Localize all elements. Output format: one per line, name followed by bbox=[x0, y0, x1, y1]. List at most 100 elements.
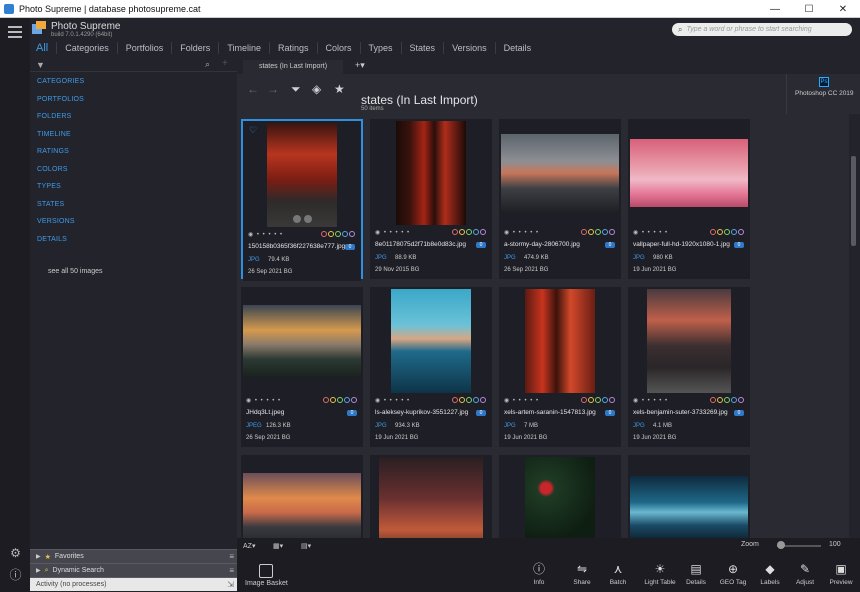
activity-panel[interactable]: Activity (no processes) ⇲ bbox=[30, 577, 237, 591]
expand-icon: ▶ bbox=[36, 554, 41, 560]
nav-tab-states[interactable]: States bbox=[400, 42, 444, 54]
image-thumbnail bbox=[243, 304, 361, 377]
nav-tab-all[interactable]: All bbox=[36, 42, 56, 54]
sidebar-item-types[interactable]: TYPES bbox=[37, 183, 84, 201]
file-name: 8e01178075d2f71b8e0d83c.jpg bbox=[375, 241, 466, 248]
nav-tab-versions[interactable]: Versions bbox=[443, 42, 495, 54]
info-icon[interactable] bbox=[304, 215, 312, 223]
stack-layers-icon[interactable]: ◈ bbox=[312, 82, 321, 96]
rating-stars[interactable]: ◉ • • • • • bbox=[246, 397, 281, 404]
color-labels[interactable] bbox=[452, 397, 486, 403]
thumbnail-card[interactable]: ♡ ◉ • • • • • 150158b0365f36f227638e777.… bbox=[241, 119, 363, 281]
filter-icon[interactable]: ▼ bbox=[36, 60, 45, 70]
color-labels[interactable] bbox=[581, 229, 615, 235]
rating-stars[interactable]: ◉ • • • • • bbox=[504, 229, 539, 236]
activity-export-icon[interactable]: ⇲ bbox=[227, 580, 234, 589]
panel-menu-icon[interactable]: ≡ bbox=[229, 552, 234, 561]
zoom-slider-handle[interactable] bbox=[777, 541, 786, 549]
see-all-link[interactable]: see all 50 images bbox=[48, 268, 102, 275]
thumbnail-card[interactable]: ◉ • • • • • 8e01178075d2f71b8e0d83c.jpg … bbox=[370, 119, 492, 279]
panel-menu-icon[interactable]: ≡ bbox=[229, 566, 234, 575]
color-labels[interactable] bbox=[452, 229, 486, 235]
rating-stars[interactable]: ◉ • • • • • bbox=[633, 397, 668, 404]
share-button[interactable]: ⇋ Share bbox=[564, 562, 600, 586]
image-basket[interactable]: Image Basket bbox=[245, 564, 288, 587]
rating-stars[interactable]: ◉ • • • • • bbox=[248, 231, 283, 238]
sidebar-item-states[interactable]: STATES bbox=[37, 201, 84, 219]
batch-button[interactable]: ⋏ Batch bbox=[600, 562, 636, 586]
nav-tab-types[interactable]: Types bbox=[359, 42, 401, 54]
thumbnail-card[interactable]: ◉ • • • • • xels-benjamin-suter-3733269.… bbox=[628, 287, 750, 447]
rating-stars[interactable]: ◉ • • • • • bbox=[375, 229, 410, 236]
file-type: JPG bbox=[375, 423, 387, 429]
magic-wand-icon: ✎ bbox=[799, 562, 811, 576]
edit-icon[interactable] bbox=[293, 215, 301, 223]
thumbnail-card[interactable]: ◉ • • • • • vallpaper-full-hd-1920x1080-… bbox=[628, 119, 750, 279]
light-table-button[interactable]: ☀ Light Table bbox=[642, 562, 678, 586]
view-tab-states[interactable]: states (In Last Import) bbox=[243, 60, 343, 74]
view-title: states (In Last Import) bbox=[361, 93, 478, 107]
info-button[interactable]: ⓘ Info bbox=[521, 562, 557, 586]
thumbnail-card[interactable]: ◉ • • • • • ls-aleksey-kuprikov-3551227.… bbox=[370, 287, 492, 447]
sidebar-item-timeline[interactable]: TIMELINE bbox=[37, 131, 84, 149]
rating-stars[interactable]: ◉ • • • • • bbox=[633, 229, 668, 236]
favorite-star-icon[interactable]: ★ bbox=[334, 82, 345, 96]
nav-tab-timeline[interactable]: Timeline bbox=[218, 42, 269, 54]
photoshop-launcher[interactable]: Ps Photoshop CC 2019 bbox=[786, 74, 860, 114]
filter-funnel-icon[interactable]: ⏷ bbox=[291, 82, 301, 97]
details-button[interactable]: ▤ Details bbox=[678, 562, 714, 586]
add-tab-button[interactable]: +▾ bbox=[355, 60, 365, 71]
geo-tag-button[interactable]: ⊕ GEO Tag bbox=[715, 562, 751, 586]
settings-gear-icon[interactable]: ⚙ bbox=[9, 547, 22, 560]
favorites-panel[interactable]: ▶ ★ Favorites ≡ bbox=[30, 549, 237, 563]
rating-stars[interactable]: ◉ • • • • • bbox=[504, 397, 539, 404]
nav-tab-folders[interactable]: Folders bbox=[171, 42, 218, 54]
sidebar-item-versions[interactable]: VERSIONS bbox=[37, 218, 84, 236]
sidebar-add-icon[interactable]: + bbox=[222, 58, 228, 69]
preview-button[interactable]: ▣ Preview bbox=[823, 562, 859, 586]
nav-tab-details[interactable]: Details bbox=[494, 42, 540, 54]
adjust-button[interactable]: ✎ Adjust bbox=[787, 562, 823, 586]
sidebar-item-folders[interactable]: FOLDERS bbox=[37, 113, 84, 131]
sidebar-search-icon[interactable]: ⌕ bbox=[205, 59, 210, 70]
sort-button[interactable]: AZ▾ bbox=[243, 542, 255, 550]
vertical-scrollbar[interactable] bbox=[849, 114, 860, 567]
sidebar-item-portfolios[interactable]: PORTFOLIOS bbox=[37, 96, 84, 114]
minimize-button[interactable]: — bbox=[758, 0, 792, 18]
image-thumbnail bbox=[525, 288, 595, 393]
sidebar-item-details[interactable]: DETAILS bbox=[37, 236, 84, 254]
favorite-heart-icon[interactable]: ♡ bbox=[249, 125, 257, 136]
forward-arrow-icon[interactable]: → bbox=[267, 82, 279, 96]
thumbnail-card[interactable]: ◉ • • • • • xels-artem-saranin-1547813.j… bbox=[499, 287, 621, 447]
dynamic-search-panel[interactable]: ▶ ⌕ Dynamic Search ≡ bbox=[30, 563, 237, 577]
sidebar-item-ratings[interactable]: RATINGS bbox=[37, 148, 84, 166]
help-icon[interactable]: ⓘ bbox=[9, 569, 22, 582]
nav-tab-categories[interactable]: Categories bbox=[56, 42, 117, 54]
list-view-button[interactable]: ▤▾ bbox=[301, 542, 311, 550]
sidebar-item-categories[interactable]: CATEGORIES bbox=[37, 78, 84, 96]
back-arrow-icon[interactable]: ← bbox=[247, 82, 259, 96]
file-date: 26 Sep 2021 BG bbox=[246, 435, 291, 441]
nav-tab-colors[interactable]: Colors bbox=[316, 42, 360, 54]
thumbnail-card[interactable]: ◉ • • • • • JHdq3Lt.jpeg 0 JPEG 126.3 KB… bbox=[241, 287, 363, 447]
nav-tab-portfolios[interactable]: Portfolios bbox=[116, 42, 172, 54]
search-input[interactable]: ⌕ Type a word or phrase to start searchi… bbox=[672, 23, 852, 36]
left-rail: ⚙ ⓘ bbox=[0, 18, 30, 592]
grid-view-button[interactable]: ▦▾ bbox=[273, 542, 283, 550]
labels-button[interactable]: ◆ Labels bbox=[752, 562, 788, 586]
file-name: vallpaper-full-hd-1920x1080-1.jpg bbox=[633, 241, 730, 248]
sidebar-item-colors[interactable]: COLORS bbox=[37, 166, 84, 184]
color-labels[interactable] bbox=[321, 231, 355, 237]
version-badge: 0 bbox=[347, 410, 357, 416]
thumbnail-card[interactable]: ◉ • • • • • a-stormy-day-2806700.jpg 0 J… bbox=[499, 119, 621, 279]
color-labels[interactable] bbox=[581, 397, 615, 403]
close-button[interactable]: ✕ bbox=[826, 0, 860, 18]
nav-tab-ratings[interactable]: Ratings bbox=[269, 42, 317, 54]
color-labels[interactable] bbox=[710, 397, 744, 403]
rating-stars[interactable]: ◉ • • • • • bbox=[375, 397, 410, 404]
app-header: Photo Supreme build 7.0.1.4290 (64bit) ⌕… bbox=[30, 18, 860, 58]
color-labels[interactable] bbox=[710, 229, 744, 235]
hamburger-menu-icon[interactable] bbox=[8, 26, 22, 41]
maximize-button[interactable]: ☐ bbox=[792, 0, 826, 18]
color-labels[interactable] bbox=[323, 397, 357, 403]
